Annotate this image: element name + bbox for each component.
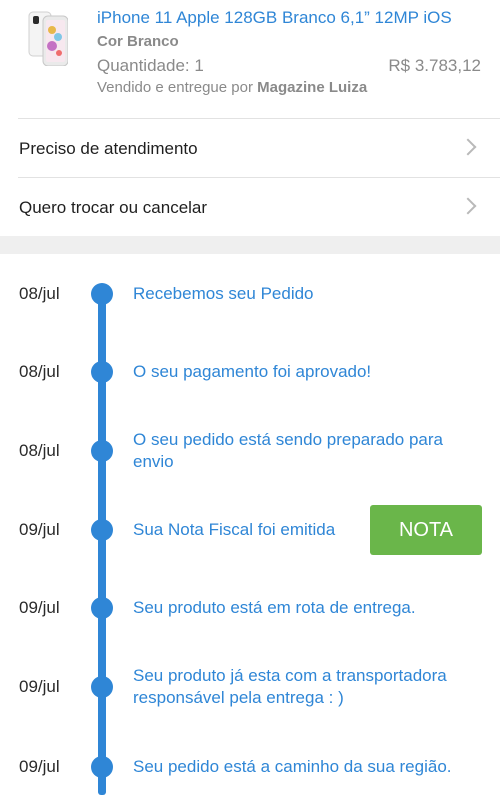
timeline-dot-icon	[91, 283, 113, 305]
timeline-text: Seu produto está em rota de entrega.	[133, 598, 416, 617]
timeline-dot-icon	[91, 756, 113, 778]
product-seller: Vendido e entregue por Magazine Luiza	[97, 79, 367, 96]
timeline-text: Seu produto já esta com a transportadora…	[133, 666, 447, 707]
product-title-link[interactable]: iPhone 11 Apple 128GB Branco 6,1” 12MP i…	[97, 8, 452, 28]
timeline-text: Seu pedido está a caminho da sua região.	[133, 757, 452, 776]
product-price: R$ 3.783,12	[388, 56, 481, 75]
timeline-text: Sua Nota Fiscal foi emitida	[133, 520, 336, 539]
menu-item-label: Preciso de atendimento	[19, 139, 198, 158]
timeline-dot-icon	[91, 676, 113, 698]
iphone-thumbnail-image	[28, 11, 68, 66]
menu-item-label: Quero trocar ou cancelar	[19, 198, 208, 217]
product-color: Cor Branco	[97, 33, 179, 50]
seller-name: Magazine Luiza	[257, 79, 368, 96]
timeline-text: Recebemos seu Pedido	[133, 284, 314, 303]
timeline-date: 09/jul	[19, 677, 60, 696]
timeline-dot-icon	[91, 597, 113, 619]
timeline-date: 08/jul	[19, 362, 60, 381]
section-separator	[0, 236, 500, 254]
timeline-text: O seu pagamento foi aprovado!	[133, 362, 372, 381]
order-product-summary: iPhone 11 Apple 128GB Branco 6,1” 12MP i…	[0, 0, 500, 118]
chevron-right-icon	[459, 197, 477, 215]
menu-item-trocar-cancelar[interactable]: Quero trocar ou cancelar	[0, 178, 500, 236]
timeline-date: 08/jul	[19, 284, 60, 303]
timeline-text: O seu pedido está sendo preparado para e…	[133, 430, 444, 471]
timeline-date: 08/jul	[19, 441, 60, 460]
timeline-dot-icon	[91, 361, 113, 383]
timeline-date: 09/jul	[19, 520, 60, 539]
timeline-dot-icon	[91, 519, 113, 541]
product-quantity: Quantidade: 1	[97, 56, 204, 75]
chevron-right-icon	[459, 138, 477, 156]
timeline-date: 09/jul	[19, 757, 60, 776]
menu-item-atendimento[interactable]: Preciso de atendimento	[0, 119, 500, 177]
timeline-dot-icon	[91, 440, 113, 462]
timeline-date: 09/jul	[19, 598, 60, 617]
seller-prefix: Vendido e entregue por	[97, 79, 253, 96]
nota-fiscal-button[interactable]: NOTA	[370, 505, 482, 555]
